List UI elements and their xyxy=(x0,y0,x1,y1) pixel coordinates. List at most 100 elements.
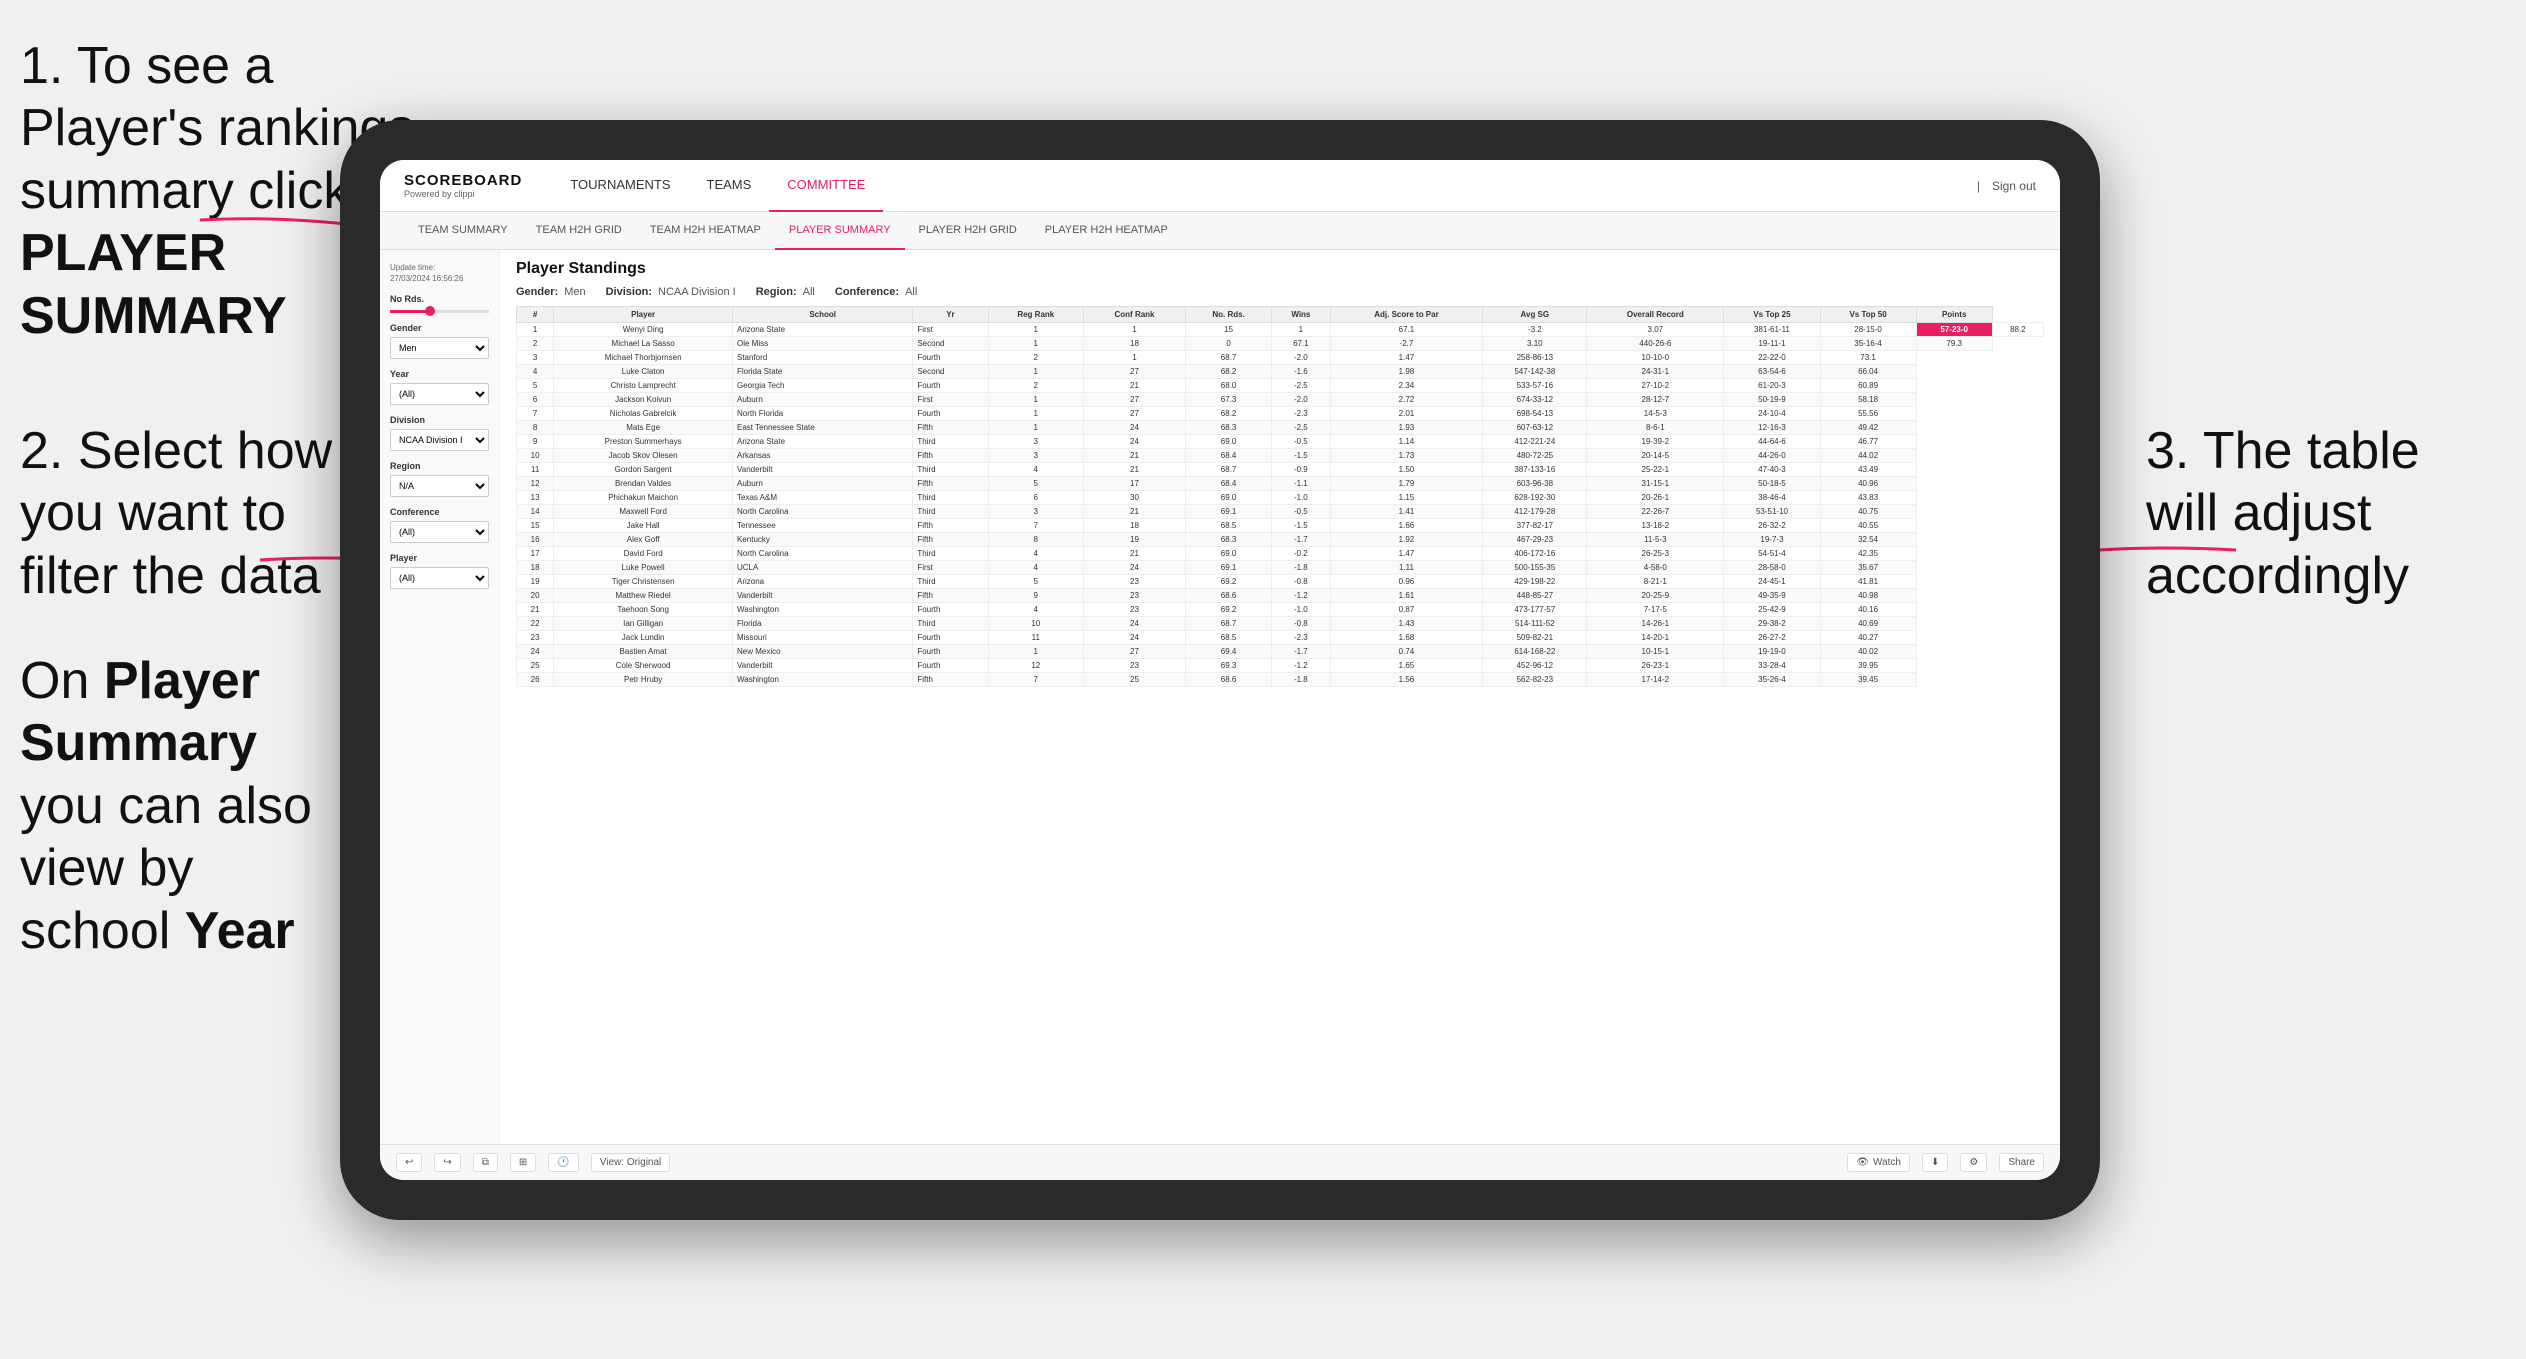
col-no-rds: No. Rds. xyxy=(1185,307,1271,323)
watch-button[interactable]: 👁 Watch xyxy=(1847,1153,1910,1172)
sub-nav-team-h2h-grid[interactable]: TEAM H2H GRID xyxy=(522,212,636,250)
col-school: School xyxy=(733,307,913,323)
bottom-bold2: Year xyxy=(185,902,295,960)
table-row: 25Cole SherwoodVanderbiltFourth122369.3-… xyxy=(517,659,2044,673)
app-header: SCOREBOARD Powered by clippi TOURNAMENTS… xyxy=(380,160,2060,212)
export-button[interactable]: ⬇ xyxy=(1922,1153,1948,1172)
main-nav: TOURNAMENTS TEAMS COMMITTEE xyxy=(552,160,1976,212)
watch-icon: 👁 xyxy=(1856,1157,1869,1168)
instruction-step3: 3. The table will adjust accordingly xyxy=(2146,420,2486,607)
settings-button[interactable]: ⚙ xyxy=(1960,1153,1987,1172)
logo-text: SCOREBOARD xyxy=(404,173,522,188)
col-rank: # xyxy=(517,307,554,323)
paste-button[interactable]: ⊞ xyxy=(510,1153,536,1172)
table-row: 18Luke PowellUCLAFirst42469.1-1.81.11500… xyxy=(517,561,2044,575)
filter-conference: Conference: All xyxy=(835,286,917,298)
col-yr: Yr xyxy=(913,307,988,323)
table-header-row: # Player School Yr Reg Rank Conf Rank No… xyxy=(517,307,2044,323)
nav-teams[interactable]: TEAMS xyxy=(689,160,770,212)
division-filter-label: Division: xyxy=(606,286,652,298)
table-row: 5Christo LamprechtGeorgia TechFourth2216… xyxy=(517,379,2044,393)
tablet-screen: SCOREBOARD Powered by clippi TOURNAMENTS… xyxy=(380,160,2060,1180)
view-original-label: View: Original xyxy=(600,1157,662,1168)
standings-table: # Player School Yr Reg Rank Conf Rank No… xyxy=(516,306,2044,687)
division-filter-val: NCAA Division I xyxy=(658,286,736,298)
division-label: Division xyxy=(390,415,489,425)
table-row: 24Bastien AmatNew MexicoFourth12769.4-1.… xyxy=(517,645,2044,659)
gender-label: Gender xyxy=(390,323,489,333)
conference-filter-label: Conference: xyxy=(835,286,899,298)
table-area: Player Standings Gender: Men Division: N… xyxy=(500,250,2060,1144)
table-row: 20Matthew RiedelVanderbiltFifth92368.6-1… xyxy=(517,589,2044,603)
share-button[interactable]: Share xyxy=(1999,1153,2044,1172)
main-content: Update time: 27/03/2024 16:56:26 No Rds.… xyxy=(380,250,2060,1144)
col-player: Player xyxy=(554,307,733,323)
gender-filter-val: Men xyxy=(564,286,585,298)
clock-button[interactable]: 🕐 xyxy=(548,1153,578,1172)
filter-gender: Gender: Men xyxy=(516,286,586,298)
year-select[interactable]: (All) First Second Third Fourth Fifth xyxy=(390,383,489,405)
table-title: Player Standings xyxy=(516,260,2044,278)
update-time-value: 27/03/2024 16:56:26 xyxy=(390,274,463,283)
player-select[interactable]: (All) xyxy=(390,567,489,589)
nav-tournaments[interactable]: TOURNAMENTS xyxy=(552,160,688,212)
sidebar-filters: Update time: 27/03/2024 16:56:26 No Rds.… xyxy=(380,250,500,1144)
col-vs-top50: Vs Top 50 xyxy=(1820,307,1916,323)
sub-nav-player-h2h-heatmap[interactable]: PLAYER H2H HEATMAP xyxy=(1031,212,1182,250)
col-conf-rank: Conf Rank xyxy=(1084,307,1186,323)
region-filter-label: Region: xyxy=(756,286,797,298)
table-row: 4Luke ClatonFlorida StateSecond12768.2-1… xyxy=(517,365,2044,379)
conference-filter-val: All xyxy=(905,286,917,298)
sign-out-link[interactable]: Sign out xyxy=(1992,179,2036,193)
table-row: 16Alex GoffKentuckyFifth81968.3-1.71.924… xyxy=(517,533,2044,547)
gender-filter-label: Gender: xyxy=(516,286,558,298)
watch-label: Watch xyxy=(1873,1157,1901,1168)
update-label: Update time: xyxy=(390,263,435,272)
instruction-step2: 2. Select how you want to filter the dat… xyxy=(20,420,340,607)
table-row: 19Tiger ChristensenArizonaThird52369.2-0… xyxy=(517,575,2044,589)
table-row: 6Jackson KoivunAuburnFirst12767.3-2.02.7… xyxy=(517,393,2044,407)
table-row: 12Brendan ValdesAuburnFifth51768.4-1.11.… xyxy=(517,477,2044,491)
instruction-bottom: On Player Summary you can also view by s… xyxy=(20,650,340,962)
sub-nav-player-summary[interactable]: PLAYER SUMMARY xyxy=(775,212,905,250)
player-label: Player xyxy=(390,553,489,563)
conference-select[interactable]: (All) xyxy=(390,521,489,543)
undo-button[interactable]: ↩ xyxy=(396,1153,422,1172)
update-time: Update time: 27/03/2024 16:56:26 xyxy=(390,262,489,284)
nav-committee[interactable]: COMMITTEE xyxy=(769,160,883,212)
division-select[interactable]: NCAA Division I NCAA Division II NCAA Di… xyxy=(390,429,489,451)
sub-nav-team-h2h-heatmap[interactable]: TEAM H2H HEATMAP xyxy=(636,212,775,250)
sub-nav-player-h2h-grid[interactable]: PLAYER H2H GRID xyxy=(905,212,1031,250)
table-row: 3Michael ThorbjornsenStanfordFourth2168.… xyxy=(517,351,2044,365)
table-row: 8Mats EgeEast Tennessee StateFifth12468.… xyxy=(517,421,2044,435)
logo-sub: Powered by clippi xyxy=(404,189,522,199)
table-row: 17David FordNorth CarolinaThird42169.0-0… xyxy=(517,547,2044,561)
no-rds-slider[interactable] xyxy=(390,310,489,313)
region-select[interactable]: N/A All xyxy=(390,475,489,497)
table-row: 14Maxwell FordNorth CarolinaThird32169.1… xyxy=(517,505,2044,519)
table-row: 1Wenyi DingArizona StateFirst1115167.1-3… xyxy=(517,323,2044,337)
redo-button[interactable]: ↪ xyxy=(434,1153,460,1172)
filter-division: Division: NCAA Division I xyxy=(606,286,736,298)
bottom-line1: On xyxy=(20,652,104,710)
region-filter-val: All xyxy=(803,286,815,298)
table-row: 13Phichakun MaichonTexas A&MThird63069.0… xyxy=(517,491,2044,505)
col-wins: Wins xyxy=(1272,307,1330,323)
table-row: 21Taehoon SongWashingtonFourth42369.2-1.… xyxy=(517,603,2044,617)
year-label: Year xyxy=(390,369,489,379)
view-original-button[interactable]: View: Original xyxy=(591,1153,671,1172)
step1-bold: PLAYER SUMMARY xyxy=(20,224,287,344)
table-row: 11Gordon SargentVanderbiltThird42168.7-0… xyxy=(517,463,2044,477)
sub-navigation: TEAM SUMMARY TEAM H2H GRID TEAM H2H HEAT… xyxy=(380,212,2060,250)
col-points: Points xyxy=(1916,307,1992,323)
col-reg-rank: Reg Rank xyxy=(988,307,1084,323)
step2-line2: filter the data xyxy=(20,547,321,605)
table-body: 1Wenyi DingArizona StateFirst1115167.1-3… xyxy=(517,323,2044,687)
copy-button[interactable]: ⧉ xyxy=(473,1153,498,1172)
sub-nav-team-summary[interactable]: TEAM SUMMARY xyxy=(404,212,522,250)
gender-select[interactable]: Men Women xyxy=(390,337,489,359)
bottom-toolbar: ↩ ↪ ⧉ ⊞ 🕐 View: Original 👁 Watch ⬇ ⚙ Sha… xyxy=(380,1144,2060,1180)
col-overall: Overall Record xyxy=(1587,307,1724,323)
table-row: 26Petr HrubyWashingtonFifth72568.6-1.81.… xyxy=(517,673,2044,687)
filter-region: Region: All xyxy=(756,286,815,298)
